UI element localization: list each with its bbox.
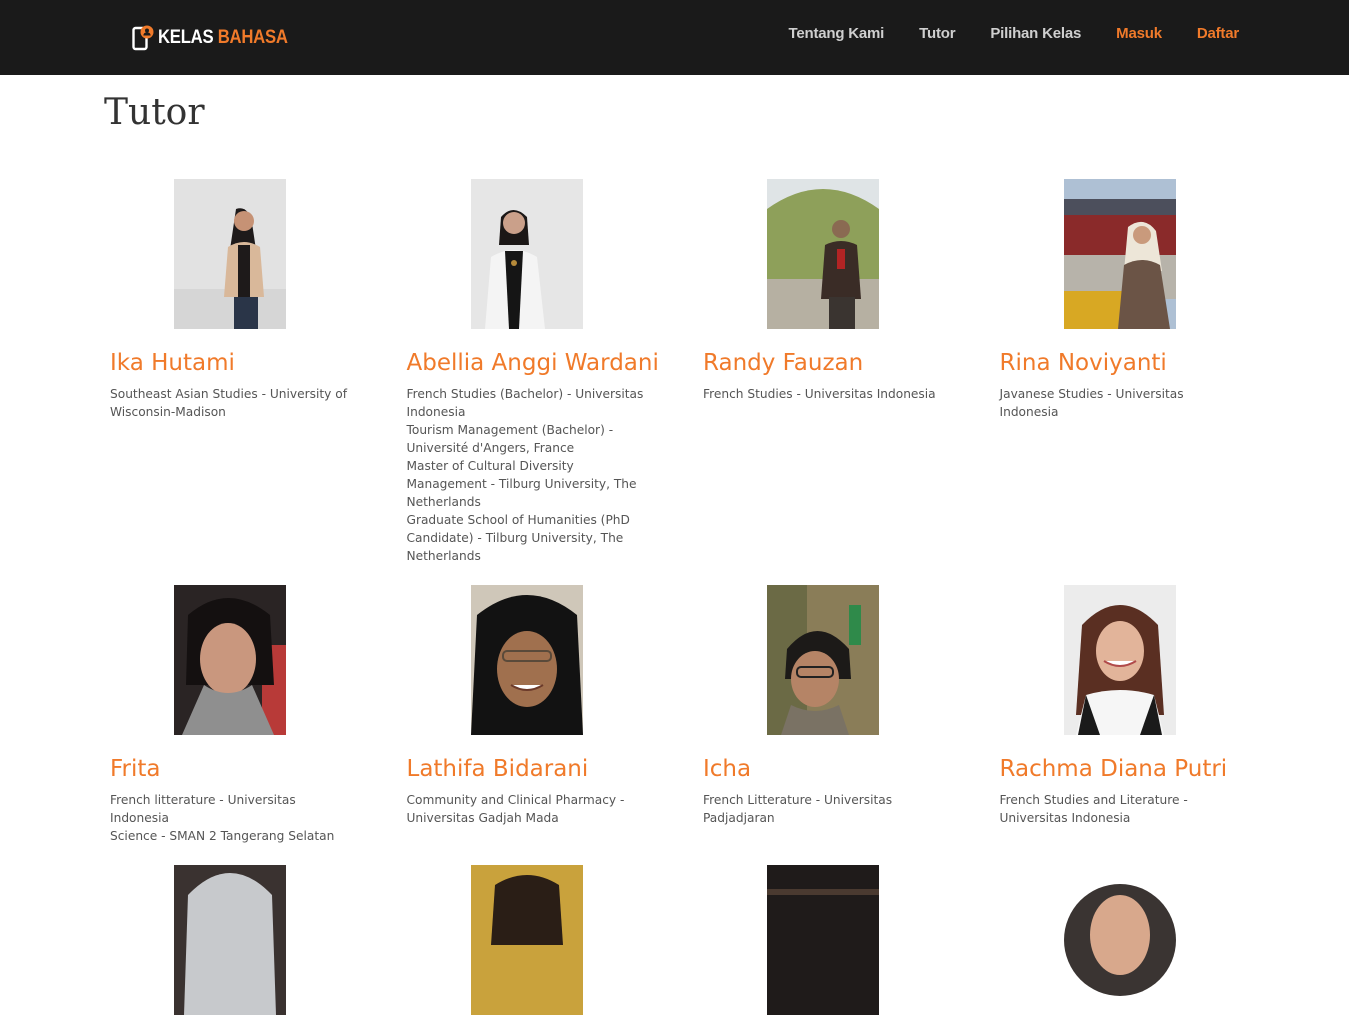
tutor-education-line: French Litterature - Universitas Padjadj… [703, 793, 893, 825]
tutor-photo[interactable] [767, 865, 879, 1015]
top-navbar: KELAS BAHASA Tentang Kami Tutor Pilihan … [0, 0, 1349, 75]
phone-person-icon [132, 25, 154, 51]
tutor-education-line: Master of Cultural Diversity Management … [406, 459, 637, 509]
tutor-name[interactable]: Rachma Diana Putri [1000, 755, 1297, 783]
tutor-row: Frita French litterature - Universitas I… [110, 585, 1250, 865]
tutor-description: Southeast Asian Studies - University of … [110, 385, 355, 421]
tutor-card [110, 865, 407, 1015]
tutor-photo[interactable] [174, 179, 286, 329]
tutor-name[interactable]: Frita [110, 755, 407, 783]
page-title: Tutor [104, 92, 205, 133]
tutor-card: Rina Noviyanti Javanese Studies - Univer… [1000, 179, 1297, 585]
tutor-card: Lathifa Bidarani Community and Clinical … [407, 585, 704, 865]
tutor-photo[interactable] [470, 865, 583, 1015]
tutor-name[interactable]: Icha [703, 755, 1000, 783]
tutor-photo[interactable] [767, 179, 879, 329]
tutor-name[interactable]: Abellia Anggi Wardani [407, 349, 704, 377]
tutor-education-line: Graduate School of Humanities (PhD Candi… [406, 513, 630, 563]
tutor-photo[interactable] [470, 585, 583, 735]
tutor-description: French litterature - Universitas Indones… [110, 791, 355, 845]
tutor-education-line: French Studies (Bachelor) - Universitas … [406, 387, 644, 419]
brand-word-1: KELAS [158, 27, 214, 48]
tutor-card: Frita French litterature - Universitas I… [110, 585, 407, 865]
tutor-grid: Ika Hutami Southeast Asian Studies - Uni… [110, 179, 1250, 1015]
nav-daftar[interactable]: Daftar [1197, 25, 1239, 42]
tutor-card: Rachma Diana Putri French Studies and Li… [1000, 585, 1297, 865]
tutor-row: Ika Hutami Southeast Asian Studies - Uni… [110, 179, 1250, 585]
tutor-card: Abellia Anggi Wardani French Studies (Ba… [407, 179, 704, 585]
tutor-name[interactable]: Ika Hutami [110, 349, 407, 377]
tutor-education-line: Tourism Management (Bachelor) - Universi… [406, 423, 614, 455]
tutor-photo[interactable] [470, 179, 583, 329]
tutor-card [407, 865, 704, 1015]
tutor-card: Icha French Litterature - Universitas Pa… [703, 585, 1000, 865]
tutor-description: Community and Clinical Pharmacy - Univer… [407, 791, 652, 827]
tutor-description: French Studies (Bachelor) - Universitas … [407, 385, 652, 565]
tutor-education-line: Javanese Studies - Universitas Indonesia [999, 387, 1184, 419]
tutor-row [110, 865, 1250, 1015]
tutor-card [703, 865, 1000, 1015]
tutor-education-line: Science - SMAN 2 Tangerang Selatan [110, 829, 335, 843]
tutor-name[interactable]: Lathifa Bidarani [407, 755, 704, 783]
brand-word-2: BAHASA [217, 27, 288, 48]
tutor-name[interactable]: Rina Noviyanti [1000, 349, 1297, 377]
tutor-photo[interactable] [767, 585, 879, 735]
nav-pilihan-kelas[interactable]: Pilihan Kelas [990, 25, 1081, 42]
tutor-card: Randy Fauzan French Studies - Universita… [703, 179, 1000, 585]
tutor-card [1000, 865, 1297, 1015]
nav-masuk[interactable]: Masuk [1116, 25, 1162, 42]
tutor-photo[interactable] [174, 865, 286, 1015]
brand-logo[interactable]: KELAS BAHASA [132, 24, 305, 52]
tutor-education-line: French Studies - Universitas Indonesia [703, 387, 936, 401]
tutor-photo[interactable] [1063, 585, 1176, 735]
brand-name: KELAS BAHASA [158, 27, 288, 49]
tutor-education-line: French litterature - Universitas Indones… [110, 793, 296, 825]
tutor-photo[interactable] [174, 585, 286, 735]
tutor-card: Ika Hutami Southeast Asian Studies - Uni… [110, 179, 407, 585]
tutor-name[interactable]: Randy Fauzan [703, 349, 1000, 377]
tutor-description: French Litterature - Universitas Padjadj… [703, 791, 948, 827]
tutor-photo[interactable] [1063, 865, 1176, 1015]
nav-tentang-kami[interactable]: Tentang Kami [788, 25, 884, 42]
tutor-education-line: French Studies and Literature - Universi… [999, 793, 1188, 825]
main-nav: Tentang Kami Tutor Pilihan Kelas Masuk D… [753, 25, 1239, 42]
tutor-education-line: Community and Clinical Pharmacy - Univer… [406, 793, 625, 825]
tutor-description: French Studies - Universitas Indonesia [703, 385, 948, 403]
tutor-description: Javanese Studies - Universitas Indonesia [1000, 385, 1245, 421]
tutor-photo[interactable] [1063, 179, 1176, 329]
tutor-education-line: Southeast Asian Studies - University of … [110, 387, 347, 419]
nav-tutor[interactable]: Tutor [919, 25, 955, 42]
tutor-description: French Studies and Literature - Universi… [1000, 791, 1245, 827]
